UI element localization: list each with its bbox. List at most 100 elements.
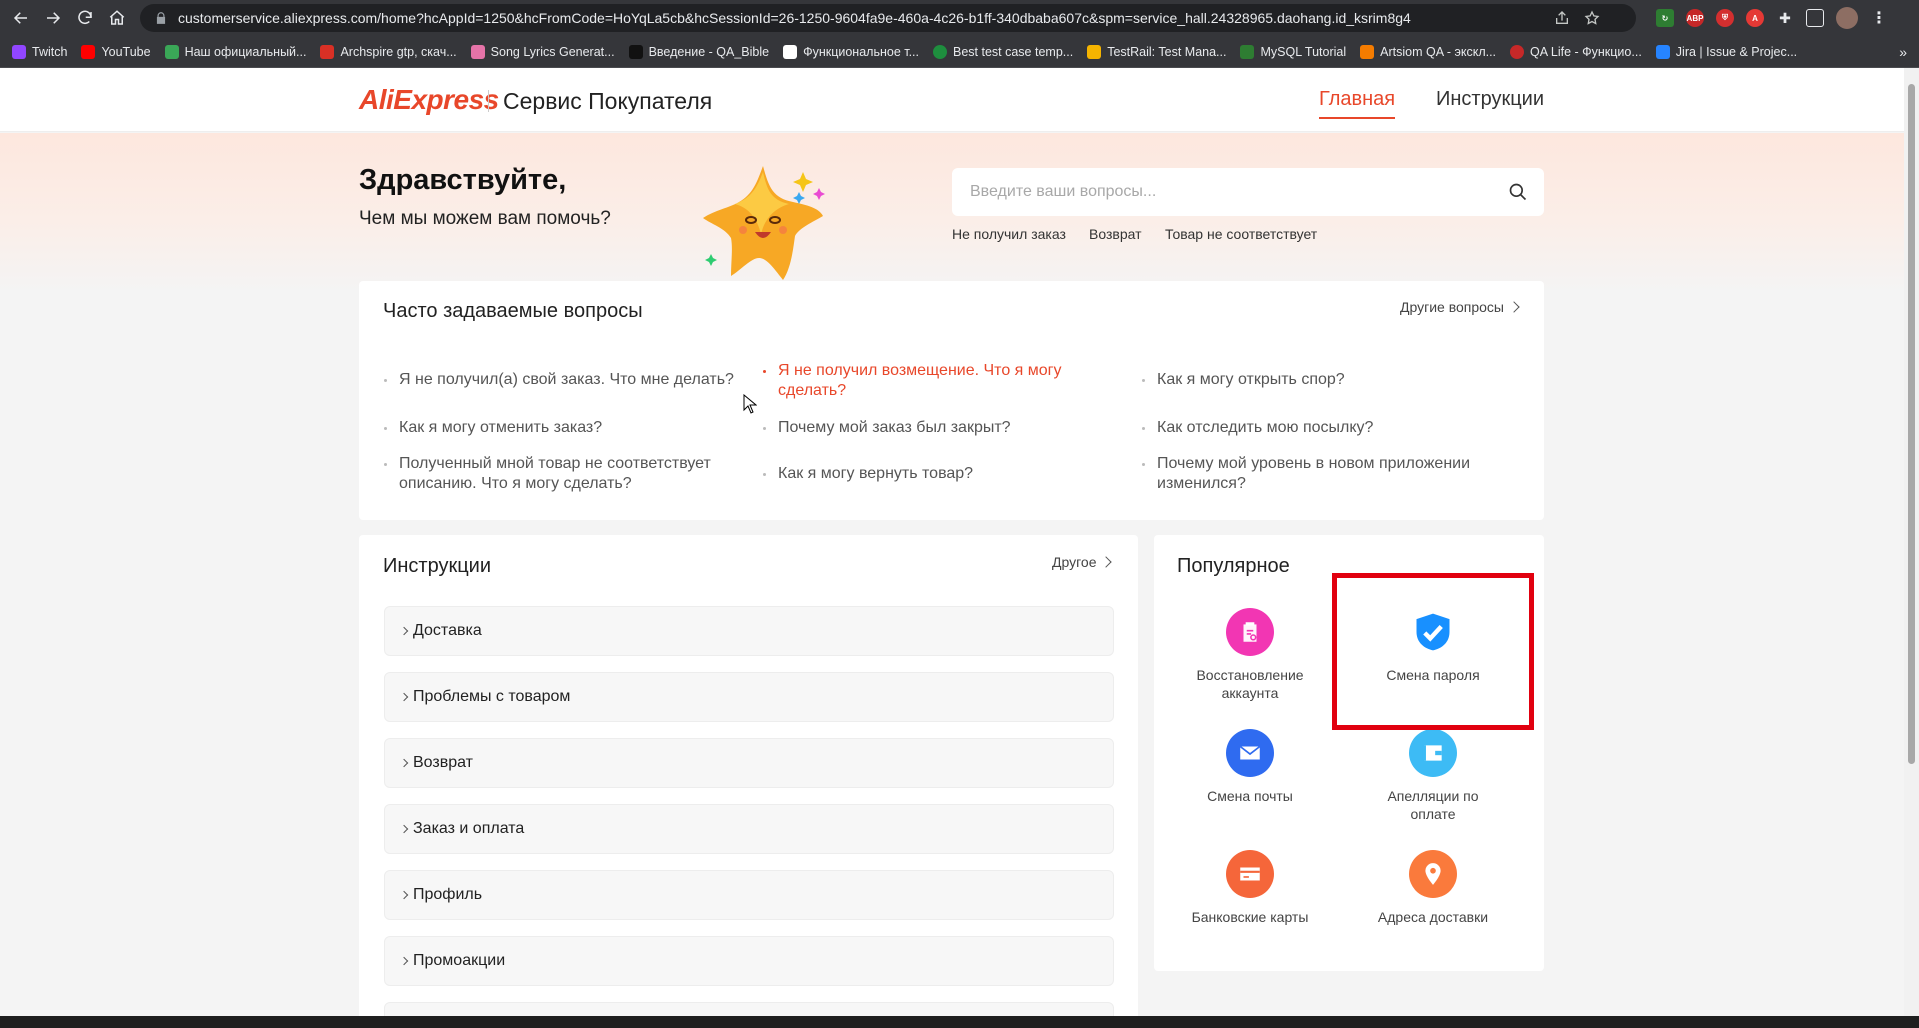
popular-bank-cards[interactable]: Банковские карты bbox=[1185, 850, 1315, 926]
quick-link-not-received[interactable]: Не получил заказ bbox=[952, 226, 1066, 242]
chevron-right-icon bbox=[399, 956, 409, 966]
search-box bbox=[952, 168, 1544, 216]
faq-item[interactable]: Почему мой уровень в новом приложении из… bbox=[1142, 454, 1497, 494]
share-icon[interactable] bbox=[1554, 10, 1570, 26]
nav-instructions[interactable]: Инструкции bbox=[1436, 88, 1544, 111]
extension-adblock-icon[interactable]: ABP bbox=[1686, 9, 1704, 27]
bookmark-icon bbox=[164, 44, 179, 59]
greeting-subtitle: Чем мы можем вам помочь? bbox=[359, 208, 611, 229]
page-viewport: AliExpress Сервис Покупателя Главная Инс… bbox=[0, 68, 1904, 1016]
popular-label: Банковские карты bbox=[1191, 909, 1309, 925]
faq-item[interactable]: Я не получил возмещение. Что я могу сдел… bbox=[763, 361, 1078, 401]
bookmark-item[interactable]: MySQL Tutorial bbox=[1240, 44, 1346, 59]
popular-label: Восстановление аккаунта bbox=[1196, 667, 1304, 701]
menu-kebab-icon[interactable]: ⋮ bbox=[1870, 9, 1888, 27]
clipboard-search-icon bbox=[1226, 608, 1274, 656]
bookmark-item[interactable]: Наш официальный... bbox=[164, 44, 306, 59]
quick-link-return[interactable]: Возврат bbox=[1089, 226, 1142, 242]
chevron-right-icon bbox=[399, 758, 409, 768]
bookmark-icon bbox=[783, 44, 798, 59]
chevron-right-icon bbox=[1508, 301, 1520, 313]
browser-toolbar: customerservice.aliexpress.com/home?hcAp… bbox=[0, 0, 1919, 36]
search-input[interactable] bbox=[970, 183, 1490, 201]
greeting-heading: Здравствуйте, bbox=[359, 164, 567, 196]
bookmark-item[interactable]: Song Lyrics Generat... bbox=[470, 44, 615, 59]
side-panel-icon[interactable] bbox=[1806, 9, 1824, 27]
accordion-delivery[interactable]: Доставка bbox=[384, 606, 1114, 656]
instructions-more-link[interactable]: Другое bbox=[1052, 554, 1113, 570]
faq-more-link[interactable]: Другие вопросы bbox=[1400, 299, 1520, 315]
faq-item[interactable]: Полученный мной товар не соответствует о… bbox=[384, 454, 739, 494]
forward-button[interactable] bbox=[38, 3, 68, 33]
lock-icon bbox=[156, 12, 166, 24]
bookmark-item[interactable]: Введение - QA_Bible bbox=[628, 44, 769, 59]
scrollbar-thumb[interactable] bbox=[1908, 84, 1915, 764]
bookmark-item[interactable]: YouTube bbox=[81, 44, 151, 59]
bookmark-item[interactable]: QA Life - Функцио... bbox=[1510, 44, 1642, 59]
site-title: Сервис Покупателя bbox=[503, 88, 713, 114]
page-scrollbar[interactable] bbox=[1904, 68, 1919, 1016]
extension-refresh-icon[interactable]: ↻ bbox=[1656, 9, 1674, 27]
search-icon[interactable] bbox=[1508, 182, 1528, 202]
faq-item[interactable]: Как я могу открыть спор? bbox=[1142, 370, 1497, 390]
faq-item[interactable]: Как я могу вернуть товар? bbox=[763, 464, 1118, 484]
arrow-right-icon bbox=[47, 12, 61, 24]
location-pin-icon bbox=[1409, 850, 1457, 898]
popular-label: Адреса доставки bbox=[1377, 909, 1489, 925]
home-button[interactable] bbox=[102, 3, 132, 33]
card-icon bbox=[1226, 850, 1274, 898]
twitch-icon bbox=[12, 44, 26, 59]
accordion-more[interactable] bbox=[384, 1002, 1114, 1016]
bookmark-icon bbox=[933, 44, 947, 59]
bookmarks-overflow-icon[interactable]: » bbox=[1899, 44, 1907, 60]
bookmark-icon bbox=[470, 44, 485, 59]
chevron-right-icon bbox=[399, 824, 409, 834]
popular-label: Смена почты bbox=[1207, 788, 1293, 804]
bookmark-item[interactable]: Twitch bbox=[12, 44, 67, 59]
bookmark-icon bbox=[628, 44, 643, 59]
back-button[interactable] bbox=[6, 3, 36, 33]
bookmark-item[interactable]: Функциональное т... bbox=[783, 44, 919, 59]
popular-account-recovery[interactable]: Восстановление аккаунта bbox=[1185, 608, 1315, 702]
popular-delivery-addresses[interactable]: Адреса доставки bbox=[1368, 850, 1498, 926]
profile-avatar[interactable] bbox=[1836, 7, 1858, 29]
chevron-right-icon bbox=[399, 692, 409, 702]
chevron-right-icon bbox=[399, 626, 409, 636]
faq-item[interactable]: Я не получил(а) свой заказ. Что мне дела… bbox=[384, 370, 739, 390]
bookmark-icon bbox=[1087, 44, 1102, 59]
extension-shield-icon[interactable]: ⛨ bbox=[1716, 9, 1734, 27]
logo-divider bbox=[488, 90, 489, 112]
popular-change-email[interactable]: Смена почты bbox=[1185, 729, 1315, 805]
faq-item[interactable]: Почему мой заказ был закрыт? bbox=[763, 418, 1118, 438]
reload-button[interactable] bbox=[70, 3, 100, 33]
quick-link-not-as-described[interactable]: Товар не соответствует bbox=[1165, 226, 1317, 242]
chevron-right-icon bbox=[1100, 556, 1113, 568]
faq-item[interactable]: Как отследить мою посылку? bbox=[1142, 418, 1497, 438]
popular-payment-appeals[interactable]: Апелляции по оплате bbox=[1368, 729, 1498, 823]
accordion-order-payment[interactable]: Заказ и оплата bbox=[384, 804, 1114, 854]
bookmark-item[interactable]: Artsiom QA - экскл... bbox=[1360, 44, 1496, 59]
bookmark-item[interactable]: TestRail: Test Mana... bbox=[1087, 44, 1226, 59]
wallet-icon bbox=[1409, 729, 1457, 777]
accordion-return[interactable]: Возврат bbox=[384, 738, 1114, 788]
bookmark-item[interactable]: Archspire gtp, скач... bbox=[320, 44, 457, 59]
accordion-product-problems[interactable]: Проблемы с товаром bbox=[384, 672, 1114, 722]
home-icon bbox=[109, 10, 125, 25]
aliexpress-logo[interactable]: AliExpress bbox=[359, 84, 499, 116]
star-icon[interactable] bbox=[1584, 10, 1600, 26]
extension-angular-icon[interactable]: A bbox=[1746, 9, 1764, 27]
bookmark-icon bbox=[1360, 44, 1375, 59]
accordion-promotions[interactable]: Промоакции bbox=[384, 936, 1114, 986]
faq-title: Часто задаваемые вопросы bbox=[383, 300, 643, 322]
instructions-title: Инструкции bbox=[383, 555, 492, 577]
nav-home[interactable]: Главная bbox=[1319, 88, 1396, 119]
address-bar[interactable]: customerservice.aliexpress.com/home?hcAp… bbox=[140, 4, 1636, 32]
jira-icon bbox=[1655, 44, 1670, 59]
bookmark-item[interactable]: Best test case temp... bbox=[933, 44, 1073, 59]
bookmark-icon bbox=[1240, 44, 1255, 59]
accordion-profile[interactable]: Профиль bbox=[384, 870, 1114, 920]
bookmark-item[interactable]: Jira | Issue & Projec... bbox=[1655, 44, 1797, 59]
faq-item[interactable]: Как я могу отменить заказ? bbox=[384, 418, 739, 438]
extensions-puzzle-icon[interactable]: ✚ bbox=[1776, 9, 1794, 27]
youtube-icon bbox=[81, 44, 96, 59]
